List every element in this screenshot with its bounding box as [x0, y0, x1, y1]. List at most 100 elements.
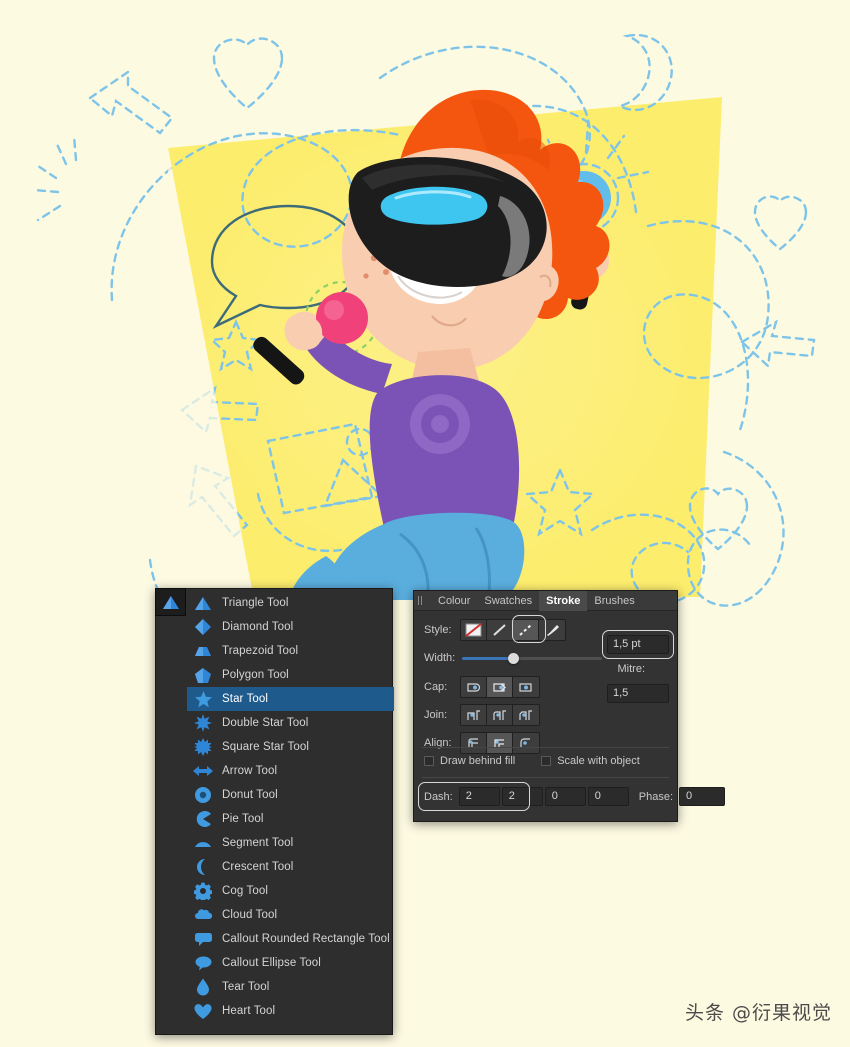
tool-item-callout-rounded-rectangle[interactable]: Callout Rounded Rectangle Tool — [187, 927, 394, 951]
tab-swatches[interactable]: Swatches — [477, 591, 539, 611]
dash-label: Dash: — [424, 790, 453, 803]
cap-button-group[interactable] — [460, 676, 540, 698]
tool-item-label: Polygon Tool — [222, 669, 289, 681]
round-join-icon[interactable] — [487, 705, 513, 725]
tool-item-label: Double Star Tool — [222, 717, 309, 729]
mitre-value-field[interactable]: 1,5 — [607, 684, 669, 703]
tool-item-cloud[interactable]: Cloud Tool — [187, 903, 394, 927]
checkbox-box[interactable] — [541, 756, 552, 766]
tool-item-donut[interactable]: Donut Tool — [187, 783, 394, 807]
dash-field-2[interactable]: 2 — [501, 787, 543, 806]
tear-icon — [193, 977, 213, 997]
shape-tools-flyout-menu[interactable]: Triangle Tool Diamond Tool Trapezoid Too… — [155, 588, 394, 1036]
tool-item-label: Arrow Tool — [222, 765, 278, 777]
stroke-panel[interactable]: Colour Swatches Stroke Brushes Style: Wi… — [413, 590, 725, 822]
tool-item-label: Segment Tool — [222, 837, 294, 849]
tool-item-double-star[interactable]: Double Star Tool — [187, 711, 394, 735]
tool-item-crescent[interactable]: Crescent Tool — [187, 855, 394, 879]
tool-item-callout-ellipse[interactable]: Callout Ellipse Tool — [187, 951, 394, 975]
tool-item-label: Crescent Tool — [222, 861, 294, 873]
miter-join-icon[interactable] — [461, 705, 487, 725]
tool-item-cog[interactable]: Cog Tool — [187, 879, 394, 903]
cog-icon — [193, 881, 213, 901]
solid-line-icon[interactable] — [487, 620, 513, 640]
mitre-label: Mitre: — [617, 663, 646, 675]
screenshot-root: Triangle Tool Diamond Tool Trapezoid Too… — [0, 0, 850, 1047]
style-label: Style: — [424, 624, 452, 636]
square-star-icon — [193, 737, 213, 757]
bevel-join-icon[interactable] — [513, 705, 539, 725]
tab-brushes[interactable]: Brushes — [587, 591, 641, 611]
checkbox-label: Scale with object — [557, 755, 640, 767]
illustration-canvas — [0, 0, 850, 1047]
star-icon — [193, 689, 213, 709]
panel-body: Style: Width: Cap: Join: Align: — [414, 611, 677, 754]
tool-item-label: Star Tool — [222, 693, 269, 705]
pentagon-icon — [193, 665, 213, 685]
style-button-group[interactable] — [460, 615, 566, 643]
align-center-icon[interactable] — [461, 733, 487, 753]
align-inside-icon[interactable] — [487, 733, 513, 753]
join-row: Join: — [424, 704, 667, 726]
triangle-icon — [193, 593, 213, 613]
tool-item-triangle[interactable]: Triangle Tool — [187, 591, 394, 615]
width-slider[interactable] — [462, 652, 602, 664]
panel-drag-handle[interactable] — [418, 595, 427, 607]
cap-label: Cap: — [424, 681, 448, 693]
trapezoid-icon — [193, 641, 213, 661]
tool-item-pie[interactable]: Pie Tool — [187, 807, 394, 831]
tool-item-label: Heart Tool — [222, 1005, 276, 1017]
dash-field-3[interactable]: 0 — [544, 787, 586, 806]
align-button-group[interactable] — [460, 732, 540, 754]
tool-item-star[interactable]: Star Tool — [187, 687, 394, 711]
none-stroke-icon[interactable] — [461, 620, 487, 640]
join-button-group[interactable] — [460, 704, 540, 726]
segment-icon — [193, 833, 213, 853]
dash-row: Dash: 2 2 0 0 Phase: 0 — [424, 787, 725, 806]
square-cap-icon[interactable] — [487, 677, 513, 697]
tool-item-label: Square Star Tool — [222, 741, 310, 753]
tool-item-label: Pie Tool — [222, 813, 264, 825]
checkbox-label: Draw behind fill — [440, 755, 516, 767]
tab-colour[interactable]: Colour — [431, 591, 477, 611]
tool-item-segment[interactable]: Segment Tool — [187, 831, 394, 855]
width-slider-knob[interactable] — [508, 652, 520, 664]
tool-item-square-star[interactable]: Square Star Tool — [187, 735, 394, 759]
tool-item-label: Callout Ellipse Tool — [222, 957, 321, 969]
diamond-icon — [193, 617, 213, 637]
triangle-tool-icon[interactable] — [155, 588, 186, 616]
tool-item-diamond[interactable]: Diamond Tool — [187, 615, 394, 639]
dash-field-4[interactable]: 0 — [587, 787, 629, 806]
panel-tabbar[interactable]: Colour Swatches Stroke Brushes — [414, 590, 677, 611]
dashed-line-icon[interactable] — [513, 620, 539, 640]
checkbox-box[interactable] — [424, 756, 434, 766]
callout-ellipse-icon — [193, 953, 213, 973]
align-row: Align: — [424, 732, 667, 754]
align-outside-icon[interactable] — [513, 733, 539, 753]
tool-item-label: Trapezoid Tool — [222, 645, 299, 657]
tab-stroke[interactable]: Stroke — [539, 590, 588, 611]
tool-item-heart[interactable]: Heart Tool — [187, 999, 394, 1023]
butt-cap-icon[interactable] — [461, 677, 487, 697]
tool-item-tear[interactable]: Tear Tool — [187, 975, 394, 999]
crescent-icon — [193, 857, 213, 877]
tool-item-trapezoid[interactable]: Trapezoid Tool — [187, 639, 394, 663]
cloud-icon — [193, 905, 213, 925]
phase-value-field[interactable]: 0 — [679, 787, 725, 806]
callout-rect-icon — [193, 929, 213, 949]
donut-icon — [193, 785, 213, 805]
tool-item-label: Diamond Tool — [222, 621, 294, 633]
dash-field-1[interactable]: 2 — [458, 787, 500, 806]
heart-icon — [193, 1001, 213, 1021]
tool-list[interactable]: Triangle Tool Diamond Tool Trapezoid Too… — [187, 589, 394, 1036]
width-value-field[interactable]: 1,5 pt — [607, 635, 669, 654]
brush-stroke-icon[interactable] — [539, 620, 565, 640]
tool-item-arrow[interactable]: Arrow Tool — [187, 759, 394, 783]
scale-with-object-checkbox[interactable]: Scale with object — [541, 755, 640, 767]
width-label: Width: — [424, 652, 456, 664]
width-value-wrap[interactable]: 1,5 pt — [602, 630, 674, 659]
tool-item-polygon[interactable]: Polygon Tool — [187, 663, 394, 687]
watermark-text: 头条 @衍果视觉 — [684, 1002, 832, 1024]
round-cap-icon[interactable] — [513, 677, 539, 697]
draw-behind-fill-checkbox[interactable]: Draw behind fill — [424, 755, 515, 767]
